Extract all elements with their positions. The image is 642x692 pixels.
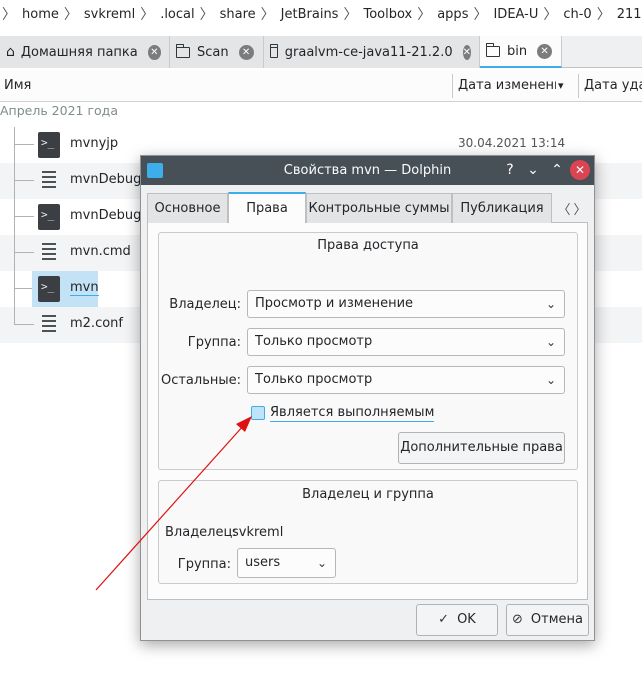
terminal-icon: >_: [38, 276, 60, 302]
access-rights-group: Права доступа Владелец: Просмотр и измен…: [158, 232, 578, 470]
column-deleted[interactable]: Дата удал: [580, 70, 642, 102]
tab-general[interactable]: Основное: [147, 193, 228, 223]
file-name: mvn: [70, 280, 99, 296]
text-file-icon: [38, 168, 60, 194]
file-name: mvnDebug: [70, 208, 142, 223]
tab-label: Домашняя папка: [20, 44, 138, 60]
owner-label: Владелец:: [165, 525, 237, 540]
checkmark-icon: ✓: [438, 612, 450, 627]
file-name: mvnyjp: [70, 136, 119, 151]
text-file-icon: [38, 312, 60, 338]
group-select[interactable]: users ⌄: [237, 548, 336, 578]
group-label: Группа:: [187, 335, 241, 350]
tab-bin[interactable]: bin ✕: [480, 36, 562, 68]
tab-home[interactable]: ⌂ Домашняя папка ✕: [0, 36, 170, 68]
maximize-icon[interactable]: ⌃: [547, 160, 567, 180]
tab-share[interactable]: Публикация: [452, 193, 552, 223]
chevron-right-icon: 〉: [199, 7, 214, 23]
chevron-down-icon: ⌄: [545, 335, 556, 349]
others-permission-select[interactable]: Только просмотр ⌄: [247, 366, 565, 394]
chevron-right-icon: 〉: [140, 7, 155, 23]
folder-icon: [485, 42, 500, 57]
chevron-right-icon: 〉: [2, 7, 16, 23]
executable-label[interactable]: Является выполняемым: [270, 405, 435, 422]
tab-label: graalvm-ce-java11-21.2.0: [284, 44, 453, 60]
file-name: mvn.cmd: [70, 244, 131, 259]
tab-label: Scan: [197, 44, 229, 60]
owner-value: svkreml: [232, 525, 284, 540]
breadcrumb-item[interactable]: Toolbox: [363, 7, 412, 22]
close-icon[interactable]: ✕: [462, 44, 471, 60]
breadcrumb-item[interactable]: .local: [160, 7, 194, 22]
file-name: mvnDebug: [70, 172, 142, 187]
close-icon[interactable]: ✕: [147, 44, 161, 60]
chevron-right-icon: 〉: [543, 7, 558, 23]
permissions-panel: Права доступа Владелец: Просмотр и измен…: [147, 223, 588, 600]
tab-checksums[interactable]: Контрольные суммы: [306, 193, 452, 223]
others-label: Остальные:: [160, 373, 241, 388]
terminal-icon: >_: [38, 132, 60, 158]
file-name: m2.conf: [70, 316, 123, 331]
close-icon[interactable]: ✕: [570, 160, 590, 180]
chevron-down-icon: ⌄: [316, 556, 327, 570]
file-date: 30.04.2021 13:14: [458, 136, 566, 150]
tab-label: bin: [507, 43, 528, 59]
breadcrumb-item[interactable]: JetBrains: [281, 7, 339, 22]
owner-label: Владелец:: [169, 297, 241, 312]
owner-permission-select[interactable]: Просмотр и изменение ⌄: [247, 290, 565, 318]
ownership-group: Владелец и группа Владелец: svkreml Груп…: [158, 480, 578, 584]
properties-dialog: Свойства mvn — Dolphin ? ⌄ ⌃ ✕ Основное …: [140, 155, 595, 641]
tab-permissions[interactable]: Права: [228, 192, 306, 223]
chevron-right-icon: 〉: [417, 7, 432, 23]
chevron-down-icon: ⌄: [545, 373, 556, 387]
folder-icon: [175, 43, 190, 58]
breadcrumb-item[interactable]: ch-0: [563, 7, 591, 22]
dialog-tabs: Основное Права Контрольные суммы Публика…: [147, 192, 588, 223]
close-icon[interactable]: ✕: [537, 43, 553, 59]
breadcrumb: 〉 home 〉 svkreml 〉 .local 〉 share 〉 JetB…: [0, 0, 642, 28]
tab-scan[interactable]: Scan ✕: [170, 36, 264, 68]
breadcrumb-item[interactable]: svkreml: [84, 7, 135, 22]
group-title: Владелец и группа: [302, 487, 434, 502]
breadcrumb-item[interactable]: 211.7: [617, 7, 642, 22]
group-title: Права доступа: [317, 238, 419, 253]
breadcrumb-item[interactable]: apps: [437, 7, 468, 22]
minimize-icon[interactable]: ⌄: [523, 160, 543, 180]
column-name[interactable]: Имя: [0, 70, 31, 102]
chevron-left-icon[interactable]: 〈: [557, 199, 571, 218]
close-icon[interactable]: ✕: [238, 44, 254, 60]
cancel-icon: ⊘: [512, 612, 523, 627]
executable-checkbox[interactable]: [251, 406, 265, 420]
chevron-right-icon: 〉: [473, 7, 488, 23]
chevron-right-icon: 〉: [596, 7, 611, 23]
home-icon: ⌂: [6, 44, 15, 60]
dialog-titlebar[interactable]: Свойства mvn — Dolphin ? ⌄ ⌃ ✕: [141, 156, 594, 185]
chevron-down-icon[interactable]: ▾: [558, 70, 574, 102]
ok-button[interactable]: ✓ OK: [416, 604, 498, 636]
text-file-icon: [38, 240, 60, 266]
advanced-permissions-button[interactable]: Дополнительные права: [398, 432, 565, 464]
terminal-icon: >_: [38, 204, 60, 230]
folder-icon: [269, 43, 278, 58]
tab-graalvm[interactable]: graalvm-ce-java11-21.2.0 ✕: [264, 36, 480, 68]
breadcrumb-item[interactable]: share: [220, 7, 256, 22]
chevron-right-icon[interactable]: 〉: [573, 199, 587, 218]
column-modified[interactable]: Дата изменения: [454, 70, 556, 102]
cancel-button[interactable]: ⊘ Отмена: [506, 604, 589, 636]
group-label: Апрель 2021 года: [0, 103, 118, 118]
chevron-right-icon: 〉: [343, 7, 358, 23]
chevron-right-icon: 〉: [260, 7, 275, 23]
breadcrumb-item[interactable]: home: [22, 7, 59, 22]
breadcrumb-item[interactable]: IDEA-U: [493, 7, 538, 22]
chevron-right-icon: 〉: [63, 7, 78, 23]
group-label: Группа:: [177, 557, 231, 572]
column-header: Имя Дата изменения ▾ Дата удал: [0, 70, 642, 102]
group-permission-select[interactable]: Только просмотр ⌄: [247, 328, 565, 356]
tab-bar: ⌂ Домашняя папка ✕ Scan ✕ graalvm-ce-jav…: [0, 36, 642, 68]
chevron-down-icon: ⌄: [545, 297, 556, 311]
help-icon[interactable]: ?: [500, 160, 520, 180]
